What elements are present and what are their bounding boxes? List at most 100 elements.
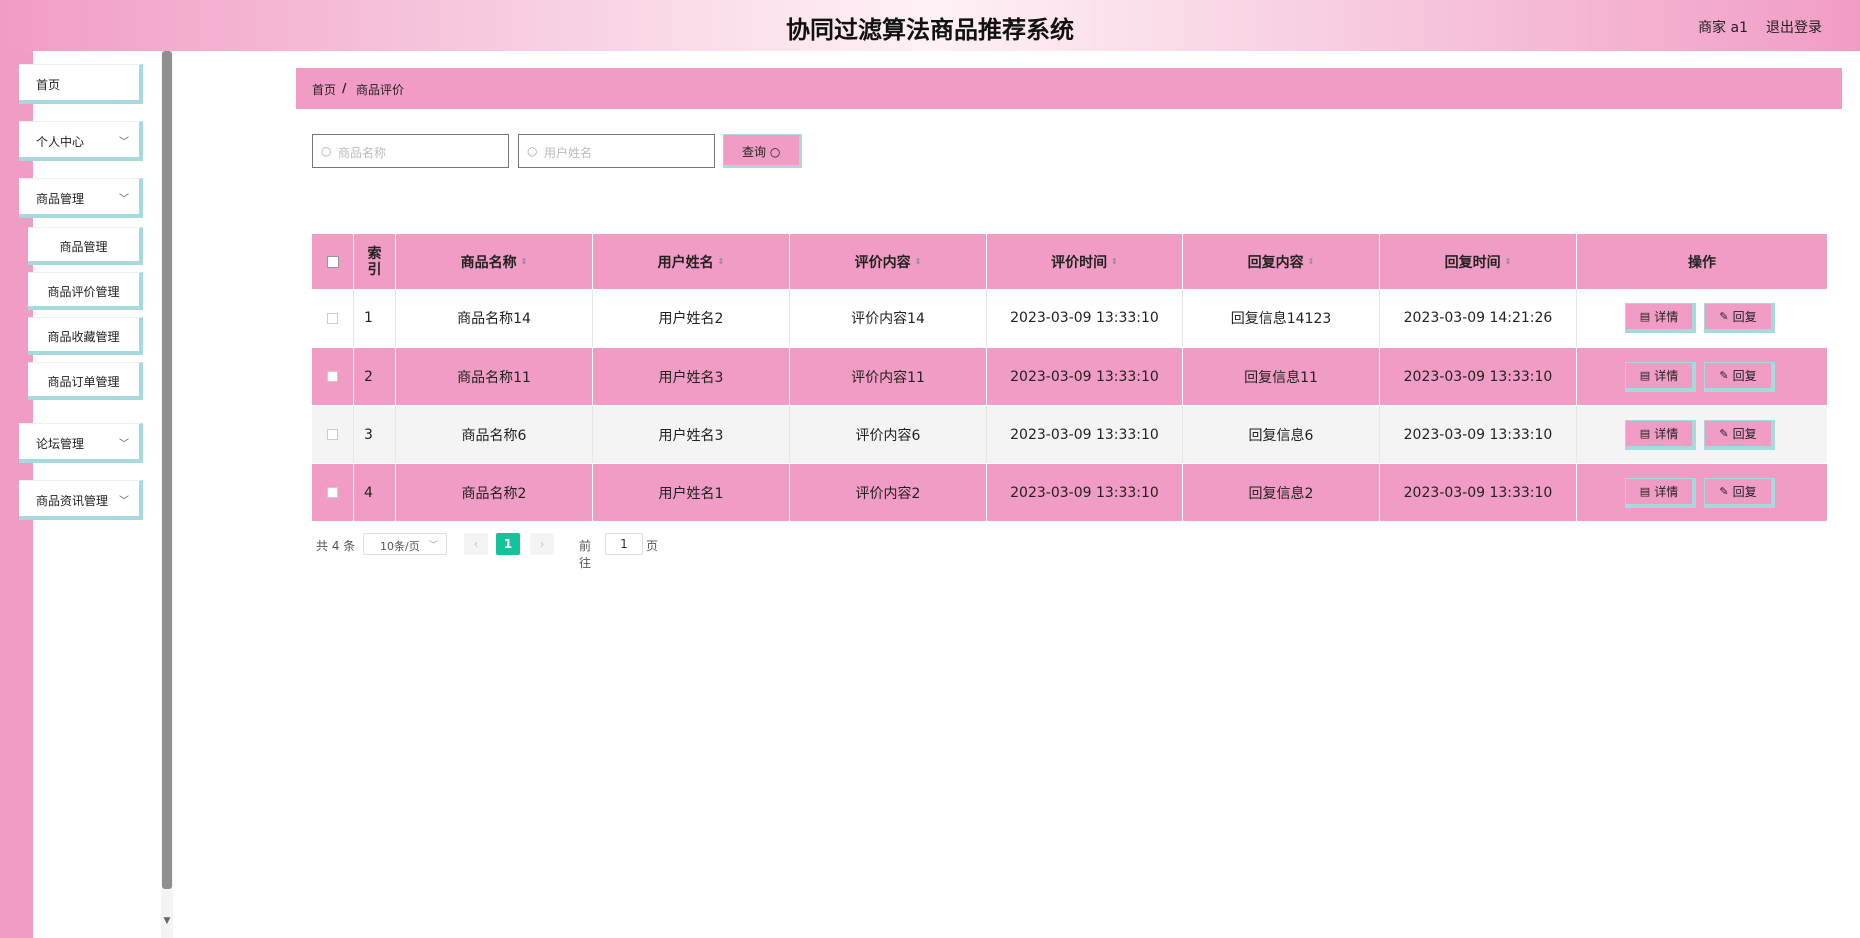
- header-user-name[interactable]: 用户姓名 ⇕: [593, 234, 790, 289]
- edit-icon: ✎: [1719, 368, 1729, 382]
- edit-icon: ✎: [1719, 310, 1729, 323]
- sidebar-item-label: 商品资讯管理: [36, 494, 109, 508]
- cell-content: 评价内容2: [790, 464, 987, 521]
- cell-reply-time: 2023-03-09 13:33:10: [1380, 406, 1577, 463]
- header-product-name[interactable]: 商品名称 ⇕: [396, 234, 593, 289]
- cell-product: 商品名称6: [396, 406, 593, 463]
- prev-page-button[interactable]: ‹: [464, 533, 488, 555]
- query-button[interactable]: 查询 ○: [723, 134, 802, 168]
- cell-product: 商品名称2: [396, 464, 593, 521]
- cell-time: 2023-03-09 13:33:10: [987, 289, 1183, 347]
- table-header-row: 索引 商品名称 ⇕ 用户姓名 ⇕ 评价内容 ⇕ 评价时间 ⇕ 回复内容 ⇕ 回复时间 ⇕ 操…: [312, 234, 1827, 289]
- sort-icon[interactable]: ⇕: [521, 257, 528, 266]
- reply-button[interactable]: ✎ 回复: [1704, 361, 1775, 392]
- sidebar-subitem-reviews[interactable]: 商品评价管理: [28, 272, 143, 310]
- scroll-down-arrow-icon[interactable]: ▼: [161, 916, 173, 930]
- row-select-cell: [312, 464, 354, 521]
- cell-index: 3: [354, 406, 396, 463]
- cell-time: 2023-03-09 13:33:10: [987, 406, 1183, 463]
- document-icon: ▤: [1639, 426, 1651, 440]
- sidebar-item-product-management[interactable]: 商品管理 ﹀: [19, 178, 143, 218]
- detail-button[interactable]: ▤ 详情: [1625, 419, 1696, 450]
- sidebar-item-label: 商品管理: [36, 192, 85, 206]
- page-number-current[interactable]: 1: [496, 533, 520, 555]
- header-index: 索引: [354, 234, 396, 289]
- reply-button[interactable]: ✎ 回复: [1704, 303, 1775, 333]
- page-size-select[interactable]: 10条/页 ﹀: [363, 533, 447, 555]
- reply-button[interactable]: ✎ 回复: [1704, 477, 1775, 508]
- breadcrumb-home[interactable]: 首页: [312, 81, 336, 98]
- breadcrumb: 首页 / 商品评价: [296, 68, 1842, 109]
- cell-content: 评价内容6: [790, 406, 987, 463]
- sidebar-item-label: 首页: [36, 78, 61, 92]
- top-header: 协同过滤算法商品推荐系统 商家 a1 退出登录: [0, 0, 1860, 51]
- chevron-down-icon: ﹀: [119, 194, 129, 205]
- select-all-checkbox[interactable]: [326, 255, 339, 268]
- cell-reply: 回复信息14123: [1183, 289, 1380, 347]
- current-user: 商家 a1: [1698, 20, 1748, 36]
- sidebar-scrollbar-thumb[interactable]: [162, 51, 172, 889]
- sidebar-item-home[interactable]: 首页: [19, 64, 143, 104]
- sidebar-item-forum[interactable]: 论坛管理 ﹀: [19, 423, 143, 463]
- row-checkbox[interactable]: [327, 429, 338, 440]
- next-page-button[interactable]: ›: [530, 533, 554, 555]
- reply-button[interactable]: ✎ 回复: [1704, 419, 1775, 450]
- chevron-down-icon: ﹀: [119, 137, 129, 148]
- goto-page-input[interactable]: 1: [605, 533, 643, 555]
- sidebar-subitem-favorites[interactable]: 商品收藏管理: [28, 317, 143, 355]
- sidebar-subitem-products[interactable]: 商品管理: [28, 227, 143, 265]
- header-review-content[interactable]: 评价内容 ⇕: [790, 234, 987, 289]
- chevron-down-icon: ﹀: [119, 496, 129, 507]
- cell-reply-time: 2023-03-09 14:21:26: [1380, 289, 1577, 347]
- sidebar-item-news[interactable]: 商品资讯管理 ﹀: [19, 480, 143, 520]
- sort-icon[interactable]: ⇕: [718, 257, 725, 266]
- cell-reply-time: 2023-03-09 13:33:10: [1380, 464, 1577, 521]
- header-review-time[interactable]: 评价时间 ⇕: [987, 234, 1183, 289]
- cell-actions: ▤ 详情 ✎ 回复: [1577, 348, 1827, 405]
- header-reply-content[interactable]: 回复内容 ⇕: [1183, 234, 1380, 289]
- chevron-down-icon: ﹀: [119, 439, 129, 450]
- cell-reply: 回复信息11: [1183, 348, 1380, 405]
- table-row: 2 商品名称11 用户姓名3 评价内容11 2023-03-09 13:33:10 回复信…: [312, 347, 1827, 405]
- logout-link[interactable]: 退出登录: [1766, 17, 1822, 37]
- product-name-search-input[interactable]: ○ 商品名称: [312, 134, 509, 168]
- row-checkbox[interactable]: [327, 371, 338, 382]
- cell-content: 评价内容11: [790, 348, 987, 405]
- cell-time: 2023-03-09 13:33:10: [987, 464, 1183, 521]
- cell-time: 2023-03-09 13:33:10: [987, 348, 1183, 405]
- document-icon: ▤: [1639, 484, 1651, 498]
- row-select-cell: [312, 289, 354, 347]
- search-icon: ○: [321, 144, 332, 158]
- cell-content: 评价内容14: [790, 289, 987, 347]
- header-reply-time[interactable]: 回复时间 ⇕: [1380, 234, 1577, 289]
- sort-icon[interactable]: ⇕: [1505, 257, 1512, 266]
- detail-button[interactable]: ▤ 详情: [1625, 477, 1696, 508]
- detail-button[interactable]: ▤ 详情: [1625, 303, 1696, 333]
- cell-actions: ▤ 详情 ✎ 回复: [1577, 289, 1827, 347]
- search-icon: ○: [769, 145, 781, 159]
- cell-product: 商品名称14: [396, 289, 593, 347]
- row-checkbox[interactable]: [327, 312, 338, 324]
- document-icon: ▤: [1639, 310, 1651, 323]
- sidebar-item-profile[interactable]: 个人中心 ﹀: [19, 121, 143, 161]
- cell-reply-time: 2023-03-09 13:33:10: [1380, 348, 1577, 405]
- detail-button[interactable]: ▤ 详情: [1625, 361, 1696, 392]
- cell-product: 商品名称11: [396, 348, 593, 405]
- sidebar-subitem-label: 商品评价管理: [47, 285, 120, 299]
- edit-icon: ✎: [1719, 426, 1729, 440]
- cell-index: 2: [354, 348, 396, 405]
- goto-label: 前往: [579, 539, 592, 570]
- sort-icon[interactable]: ⇕: [915, 257, 922, 266]
- cell-user: 用户姓名2: [593, 289, 790, 347]
- edit-icon: ✎: [1719, 484, 1729, 498]
- table-row: 1 商品名称14 用户姓名2 评价内容14 2023-03-09 13:33:10 回复信…: [312, 289, 1827, 347]
- select-all-cell: [312, 234, 354, 289]
- user-name-search-input[interactable]: ○ 用户姓名: [518, 134, 715, 168]
- sort-icon[interactable]: ⇕: [1111, 257, 1118, 266]
- cell-actions: ▤ 详情 ✎ 回复: [1577, 464, 1827, 521]
- row-checkbox[interactable]: [327, 487, 338, 498]
- cell-actions: ▤ 详情 ✎ 回复: [1577, 406, 1827, 463]
- sort-icon[interactable]: ⇕: [1308, 257, 1315, 266]
- sidebar-subitem-orders[interactable]: 商品订单管理: [28, 362, 143, 400]
- app-title: 协同过滤算法商品推荐系统: [786, 16, 1074, 44]
